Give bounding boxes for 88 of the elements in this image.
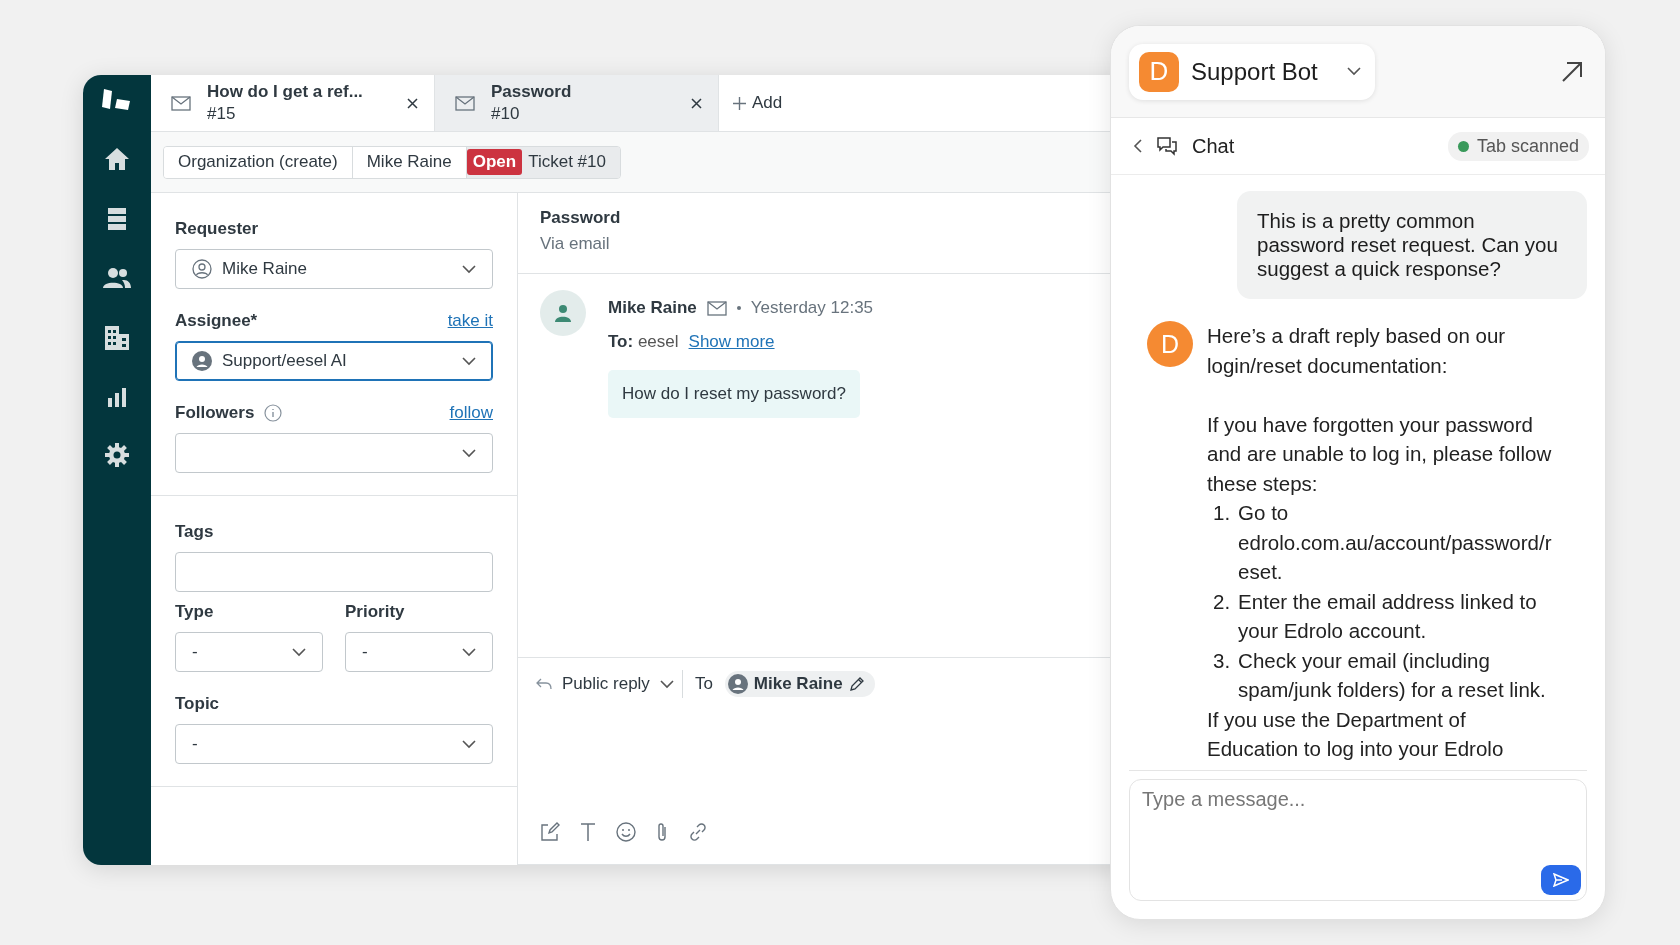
views-icon[interactable]: [106, 207, 128, 231]
field-label: Tags: [175, 522, 214, 542]
chat-bubbles-icon: [1156, 136, 1178, 156]
settings-icon[interactable]: [105, 443, 129, 467]
envelope-icon: [455, 95, 475, 111]
type-dropdown[interactable]: -: [175, 632, 323, 672]
send-icon: [1553, 873, 1569, 887]
topic-dropdown[interactable]: -: [175, 724, 493, 764]
message-input[interactable]: Type a message...: [1129, 779, 1587, 901]
person-icon: [727, 674, 748, 694]
send-button[interactable]: [1541, 865, 1581, 895]
bot-avatar: D: [1139, 51, 1179, 92]
ticket-tab[interactable]: How do I get a ref... #15: [151, 75, 435, 131]
breadcrumb[interactable]: Open Ticket #10: [466, 146, 620, 178]
follow-link[interactable]: follow: [449, 403, 493, 423]
chevron-down-icon: [462, 647, 476, 657]
close-icon[interactable]: [691, 97, 702, 109]
message-time: Yesterday 12:35: [750, 298, 874, 318]
step-text: Go to edrolo.com.au/account/password/reset.: [1238, 500, 1553, 585]
chevron-down-icon: [462, 448, 476, 458]
message-bubble: How do I reset my password?: [608, 370, 860, 418]
step-number: 1.: [1213, 500, 1231, 526]
chevron-down-icon: [1347, 67, 1361, 76]
close-icon[interactable]: [407, 97, 418, 109]
home-icon[interactable]: [104, 147, 130, 171]
message-author: Mike Raine: [608, 298, 697, 318]
bot-avatar: D: [1147, 321, 1193, 367]
link-icon[interactable]: [688, 822, 708, 842]
envelope-icon: [171, 95, 191, 111]
take-it-link[interactable]: take it: [447, 311, 493, 331]
separator-dot: [736, 306, 741, 310]
field-label: Assignee*: [175, 311, 258, 331]
step-text: Enter the email address linked to your Edrolo account.: [1238, 588, 1538, 644]
logo-icon: [102, 87, 132, 111]
bot-message-text: If you have forgotten your password and are unable to log in, please follow these steps:: [1207, 411, 1553, 497]
status-dot: [1457, 140, 1469, 152]
to-label: To: [694, 674, 713, 694]
bot-message-text: If you use the Department of Education to log into your Edrolo: [1207, 706, 1505, 762]
chat-title: Chat: [1192, 134, 1236, 158]
reply-mode-dropdown[interactable]: Public reply: [536, 670, 683, 698]
expand-arrow-icon[interactable]: [1561, 60, 1583, 83]
person-icon: [192, 351, 212, 371]
emoji-icon[interactable]: [616, 822, 636, 842]
chevron-down-icon: [462, 264, 476, 274]
field-label: Topic: [175, 694, 220, 714]
breadcrumb[interactable]: Organization (create): [164, 146, 353, 178]
pencil-icon[interactable]: [848, 676, 865, 692]
status-badge: Open: [466, 149, 523, 175]
step-number: 3.: [1213, 647, 1231, 674]
user-message: This is a pretty common password reset request. Can you suggest a quick response?: [1237, 191, 1587, 299]
bot-selector[interactable]: D Support Bot: [1129, 43, 1375, 100]
ticket-tab[interactable]: Password #10: [435, 75, 719, 131]
compose-icon[interactable]: [540, 822, 560, 842]
field-label: Priority: [345, 602, 406, 622]
step-text: Check your email (including spam/junk folders) for a reset link.: [1238, 647, 1547, 703]
recipient-text: To: eesel: [608, 332, 679, 352]
field-label: Followers: [175, 403, 255, 423]
assignee-dropdown[interactable]: Support/eesel AI: [175, 341, 493, 381]
building-icon[interactable]: [104, 325, 130, 351]
email-icon: [706, 300, 727, 316]
add-tab-button[interactable]: Add: [719, 75, 797, 131]
status-pill: Tab scanned: [1447, 131, 1589, 161]
step-number: 2.: [1213, 588, 1231, 615]
back-icon[interactable]: [1133, 139, 1142, 153]
chevron-down-icon: [462, 356, 476, 366]
requester-dropdown[interactable]: Mike Raine: [175, 249, 493, 289]
field-label: Type: [175, 602, 215, 622]
field-label: Requester: [175, 219, 259, 239]
chevron-down-icon: [462, 739, 476, 749]
priority-dropdown[interactable]: -: [345, 632, 493, 672]
chevron-down-icon: [292, 647, 306, 657]
recipient-chip[interactable]: Mike Raine: [724, 671, 875, 697]
chevron-down-icon: [659, 679, 674, 689]
plus-icon: [733, 96, 746, 110]
person-icon: [555, 304, 571, 322]
bar-chart-icon[interactable]: [106, 387, 128, 407]
ticket-channel: Via email: [540, 234, 611, 254]
show-more-link[interactable]: Show more: [688, 332, 775, 352]
tags-input[interactable]: [175, 552, 493, 592]
info-icon[interactable]: [264, 404, 283, 422]
breadcrumb[interactable]: Mike Raine: [352, 146, 467, 178]
person-icon: [192, 259, 212, 279]
attachment-icon[interactable]: [656, 822, 668, 842]
reply-icon: [536, 678, 552, 690]
ticket-subject: Password: [540, 208, 622, 228]
bot-message-text: Here’s a draft reply based on our login/reset documentation:: [1207, 323, 1507, 379]
users-icon[interactable]: [103, 267, 131, 289]
text-format-icon[interactable]: [580, 822, 596, 842]
